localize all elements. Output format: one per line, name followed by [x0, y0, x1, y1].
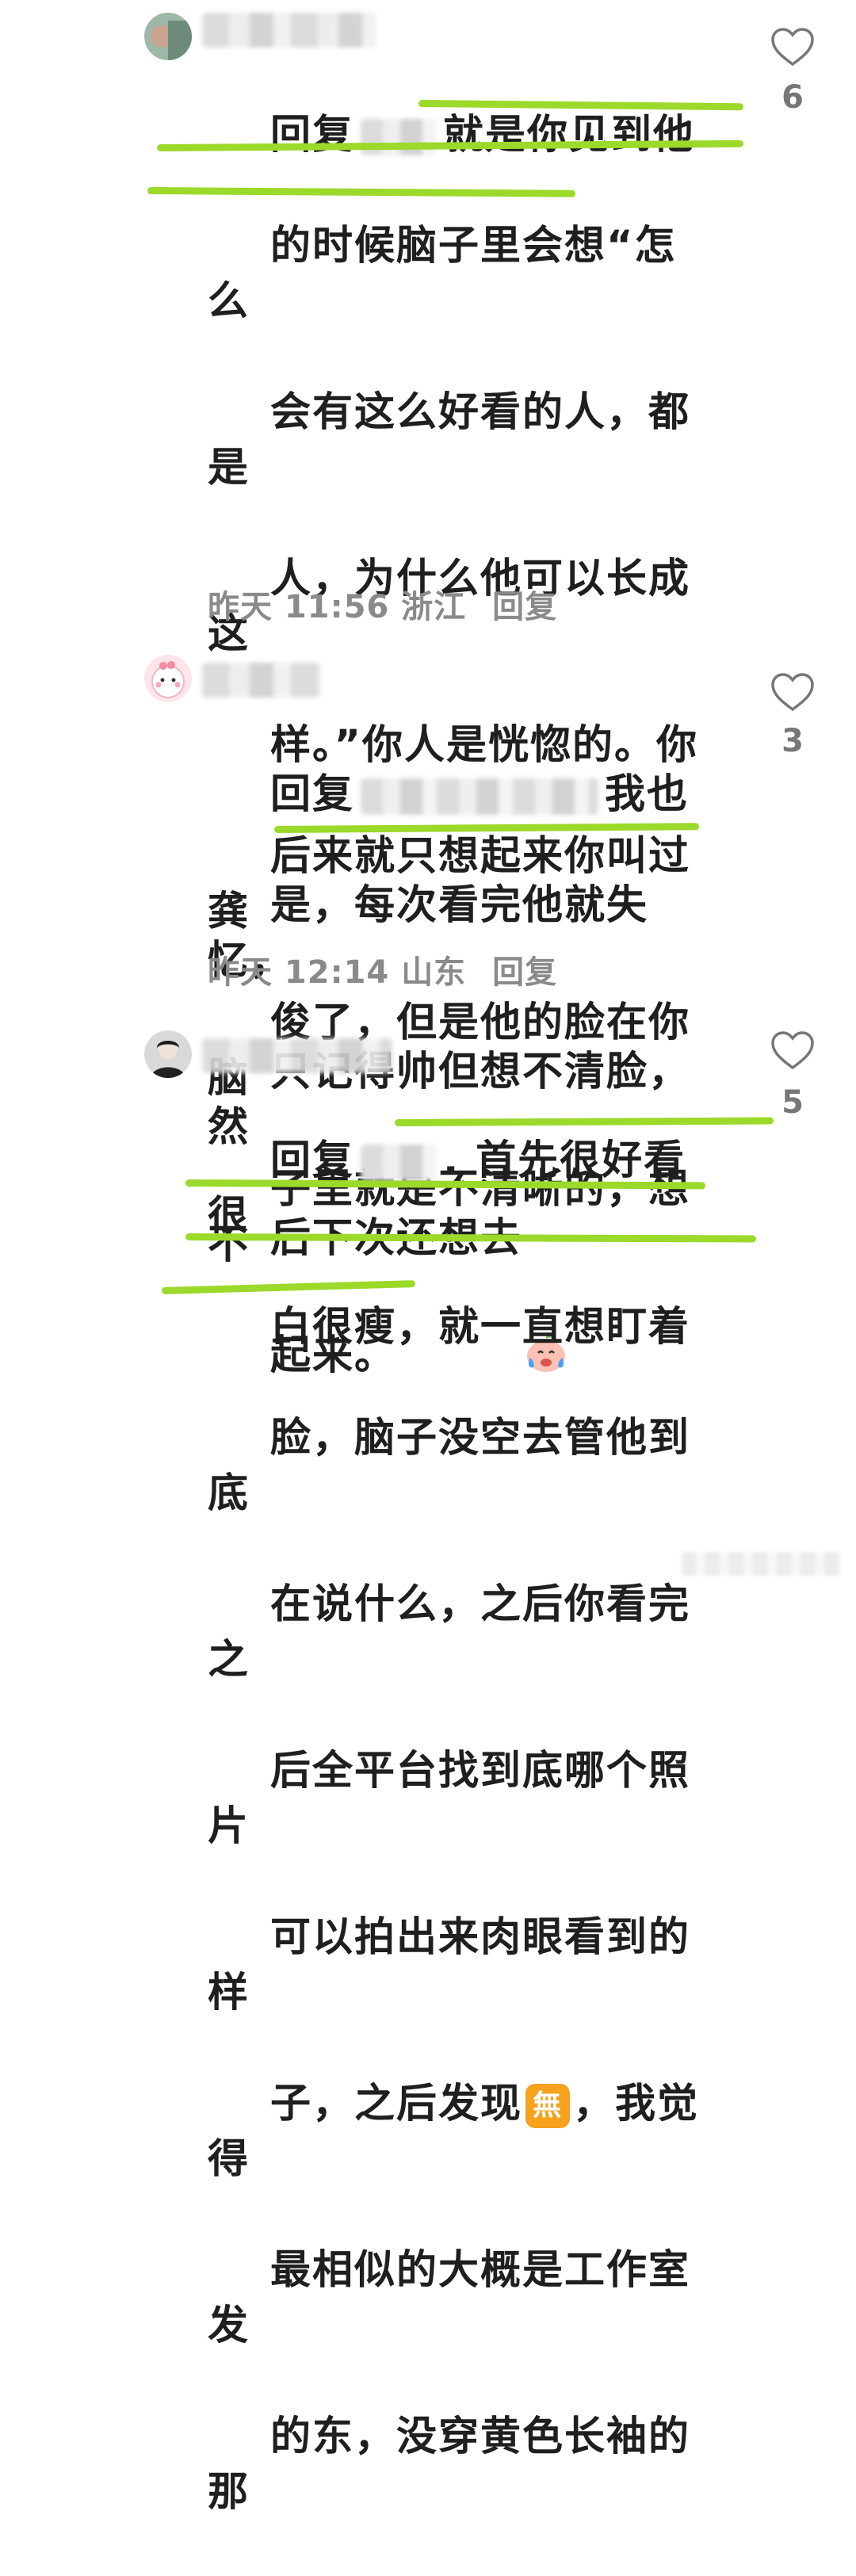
mention-blurred[interactable]	[361, 1145, 438, 1181]
wu-emoji-icon: 無	[525, 2084, 571, 2128]
like-count: 5	[781, 1084, 804, 1121]
username-blurred[interactable]	[202, 13, 376, 48]
comment-meta: 昨天 11:56 浙江 回复	[208, 581, 557, 627]
comment-text: 回复. 首先很好看很 白很瘦，就一直想盯着 脸，脑子没空去管他到底 在说什么，之…	[208, 1137, 700, 2516]
heart-icon	[771, 673, 814, 712]
like-count: 3	[781, 723, 804, 759]
username-blurred[interactable]	[202, 663, 321, 698]
heart-icon	[771, 28, 814, 67]
avatar[interactable]	[144, 1030, 192, 1078]
mention-blurred[interactable]	[361, 778, 599, 815]
location: 山东	[401, 954, 467, 991]
avatar[interactable]	[144, 655, 192, 702]
timestamp: 昨天 12:14	[208, 954, 390, 991]
reply-button[interactable]: 回复	[492, 589, 557, 625]
like-button[interactable]	[770, 672, 815, 713]
like-button[interactable]	[770, 27, 815, 68]
avatar[interactable]	[144, 13, 192, 60]
like-count: 6	[781, 79, 804, 116]
highlight-line	[394, 1117, 774, 1126]
reply-button[interactable]: 回复	[492, 954, 557, 991]
heart-icon	[771, 1031, 814, 1070]
comment-meta: 昨天 12:14 山东 回复	[208, 946, 557, 992]
location: 浙江	[401, 589, 467, 625]
watermark-blurred	[682, 1552, 840, 1576]
like-button[interactable]	[770, 1030, 815, 1072]
username-blurred[interactable]	[202, 1038, 392, 1073]
timestamp: 昨天 11:56	[208, 589, 390, 625]
